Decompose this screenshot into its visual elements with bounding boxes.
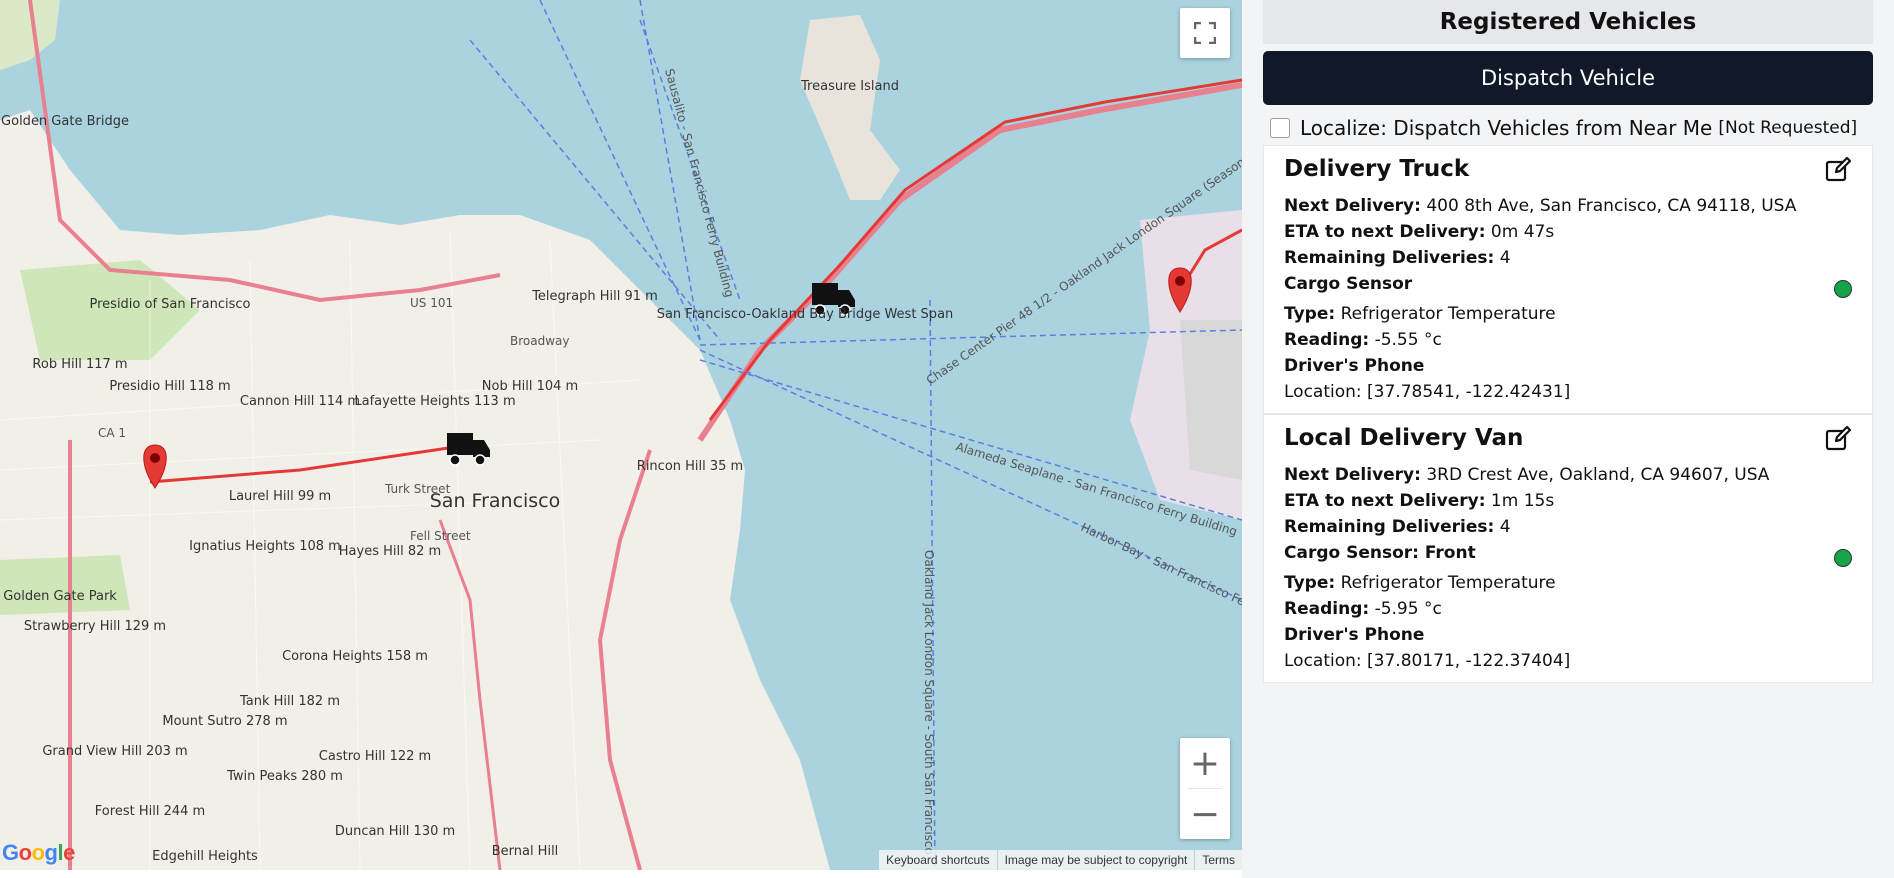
label-lafayette-heights: Lafayette Heights 113 m bbox=[354, 394, 515, 409]
vehicles-panel: Registered Vehicles Dispatch Vehicle Loc… bbox=[1242, 0, 1894, 878]
fullscreen-icon bbox=[1194, 22, 1216, 44]
drivers-phone-label: Driver's Phone bbox=[1284, 625, 1425, 645]
google-logo: Google bbox=[2, 840, 75, 865]
next-delivery-row: Next Delivery: 400 8th Ave, San Francisc… bbox=[1284, 196, 1797, 216]
label-ferry-harbor-bay: Harbor Bay - San Francisco Ferry bbox=[1079, 520, 1242, 616]
label-hayes-hill: Hayes Hill 82 m bbox=[339, 544, 441, 559]
next-delivery-value: 3RD Crest Ave, Oakland, CA 94607, USA bbox=[1426, 465, 1770, 485]
label-tank-hill: Tank Hill 182 m bbox=[239, 694, 340, 709]
label-fell-street: Fell Street bbox=[410, 529, 471, 543]
reading-row: Reading: -5.95 °c bbox=[1284, 599, 1442, 619]
label-telegraph-hill: Telegraph Hill 91 m bbox=[531, 289, 658, 304]
label-twin-peaks: Twin Peaks 280 m bbox=[226, 769, 343, 784]
eta-row: ETA to next Delivery: 0m 47s bbox=[1284, 222, 1555, 242]
map-canvas[interactable]: Golden Gate Bridge Presidio of San Franc… bbox=[0, 0, 1242, 870]
type-row: Type: Refrigerator Temperature bbox=[1284, 304, 1556, 324]
location-row: Location: [37.80171, -122.37404] bbox=[1284, 651, 1571, 671]
label-ignatius-heights: Ignatius Heights 108 m bbox=[189, 539, 341, 554]
type-value: Refrigerator Temperature bbox=[1340, 304, 1556, 324]
panel-title: Registered Vehicles bbox=[1263, 0, 1873, 44]
eta-value: 0m 47s bbox=[1490, 222, 1555, 242]
label-edgehill: Edgehill Heights bbox=[152, 849, 258, 864]
label-corona-heights: Corona Heights 158 m bbox=[282, 649, 428, 664]
edit-icon[interactable] bbox=[1824, 156, 1852, 184]
label-presidio-hill: Presidio Hill 118 m bbox=[109, 379, 230, 394]
label-laurel-hill: Laurel Hill 99 m bbox=[229, 489, 331, 504]
label-castro-hill: Castro Hill 122 m bbox=[319, 749, 431, 764]
cargo-sensor-label: Cargo Sensor: Front bbox=[1284, 543, 1476, 563]
zoom-in-button[interactable]: + bbox=[1180, 738, 1230, 788]
label-broadway: Broadway bbox=[510, 334, 569, 348]
keyboard-shortcuts-link[interactable]: Keyboard shortcuts bbox=[879, 850, 996, 870]
label-presidio: Presidio of San Francisco bbox=[90, 297, 251, 312]
label-rob-hill: Rob Hill 117 m bbox=[32, 357, 127, 372]
location-value: [37.78541, -122.42431] bbox=[1367, 382, 1571, 402]
label-rincon-hill: Rincon Hill 35 m bbox=[637, 459, 743, 474]
location-row: Location: [37.78541, -122.42431] bbox=[1284, 382, 1571, 402]
remaining-value: 4 bbox=[1499, 248, 1511, 268]
fullscreen-button[interactable] bbox=[1180, 8, 1230, 58]
remaining-value: 4 bbox=[1499, 517, 1511, 537]
next-delivery-row: Next Delivery: 3RD Crest Ave, Oakland, C… bbox=[1284, 465, 1770, 485]
type-value: Refrigerator Temperature bbox=[1340, 573, 1556, 593]
map-attribution: Keyboard shortcuts Image may be subject … bbox=[879, 850, 1242, 870]
remaining-row: Remaining Deliveries: 4 bbox=[1284, 517, 1511, 537]
remaining-row: Remaining Deliveries: 4 bbox=[1284, 248, 1511, 268]
sensor-status-dot bbox=[1834, 549, 1852, 567]
golden-gate-park bbox=[0, 555, 130, 615]
dispatch-vehicle-button[interactable]: Dispatch Vehicle bbox=[1263, 51, 1873, 105]
terms-link[interactable]: Terms bbox=[1194, 850, 1242, 870]
label-turk-street: Turk Street bbox=[384, 482, 451, 496]
reading-row: Reading: -5.55 °c bbox=[1284, 330, 1442, 350]
label-mount-sutro: Mount Sutro 278 m bbox=[162, 714, 287, 729]
label-bay-bridge: San Francisco-Oakland Bay Bridge West Sp… bbox=[657, 307, 954, 322]
vehicle-name: Local Delivery Van bbox=[1284, 425, 1524, 451]
sensor-status-dot bbox=[1834, 280, 1852, 298]
drivers-phone-label: Driver's Phone bbox=[1284, 356, 1425, 376]
label-bernal: Bernal Hill bbox=[492, 844, 559, 859]
label-strawberry-hill: Strawberry Hill 129 m bbox=[24, 619, 166, 634]
type-row: Type: Refrigerator Temperature bbox=[1284, 573, 1556, 593]
label-cannon-hill: Cannon Hill 114 m bbox=[240, 394, 360, 409]
airport-area bbox=[1180, 320, 1242, 480]
localize-row: Localize: Dispatch Vehicles from Near Me… bbox=[1270, 114, 1857, 142]
label-us101: US 101 bbox=[410, 296, 453, 310]
eta-value: 1m 15s bbox=[1490, 491, 1555, 511]
label-ferry-sausalito: Sausalito - San Francisco Ferry Building bbox=[662, 67, 737, 299]
label-nob-hill: Nob Hill 104 m bbox=[482, 379, 578, 394]
zoom-controls: + − bbox=[1180, 738, 1230, 839]
cargo-sensor-label: Cargo Sensor bbox=[1284, 274, 1413, 294]
localize-status: [Not Requested] bbox=[1718, 118, 1858, 138]
eta-row: ETA to next Delivery: 1m 15s bbox=[1284, 491, 1555, 511]
label-golden-gate-bridge: Golden Gate Bridge bbox=[1, 114, 129, 129]
treasure-island bbox=[800, 15, 900, 200]
zoom-out-button[interactable]: − bbox=[1180, 789, 1230, 839]
next-delivery-value: 400 8th Ave, San Francisco, CA 94118, US… bbox=[1426, 196, 1797, 216]
reading-value: -5.55 °c bbox=[1374, 330, 1442, 350]
map-view[interactable]: Golden Gate Bridge Presidio of San Franc… bbox=[0, 0, 1242, 870]
vehicle-name: Delivery Truck bbox=[1284, 156, 1470, 182]
vehicle-card-delivery-truck: Delivery Truck Next Delivery: 400 8th Av… bbox=[1263, 145, 1873, 414]
label-forest-hill: Forest Hill 244 m bbox=[95, 804, 205, 819]
label-ca1: CA 1 bbox=[98, 426, 126, 440]
localize-checkbox[interactable] bbox=[1270, 118, 1290, 138]
label-ferry-oakland: Oakland Jack London Square - South San F… bbox=[922, 550, 936, 855]
reading-value: -5.95 °c bbox=[1374, 599, 1442, 619]
label-golden-gate-park: Golden Gate Park bbox=[3, 589, 117, 604]
label-grand-view-hill: Grand View Hill 203 m bbox=[42, 744, 187, 759]
localize-label: Localize: Dispatch Vehicles from Near Me bbox=[1300, 116, 1713, 140]
edit-icon[interactable] bbox=[1824, 425, 1852, 453]
label-duncan-hill: Duncan Hill 130 m bbox=[335, 824, 455, 839]
copyright-notice: Image may be subject to copyright bbox=[996, 850, 1195, 870]
label-treasure-island: Treasure Island bbox=[800, 79, 899, 94]
location-value: [37.80171, -122.37404] bbox=[1367, 651, 1571, 671]
vehicle-card-local-delivery-van: Local Delivery Van Next Delivery: 3RD Cr… bbox=[1263, 414, 1873, 683]
